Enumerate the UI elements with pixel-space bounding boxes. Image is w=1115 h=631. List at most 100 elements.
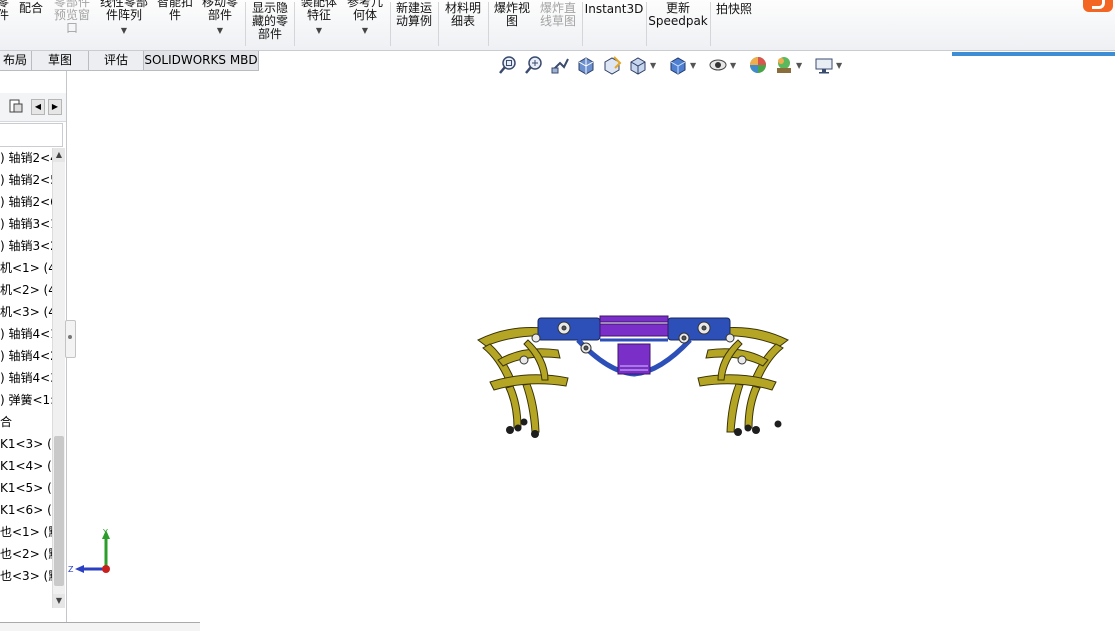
tree-item[interactable]: 合 [0,412,52,432]
insert-component-label: 零 件 [0,0,9,22]
move-component-label: 移动零 部件 [201,0,238,22]
tree-item[interactable]: ) 轴销2<4 [0,148,52,168]
ribbon-separator [710,2,711,46]
title-accent-strip [952,52,1115,56]
dynamic-annotation-views-icon[interactable] [602,55,622,75]
right-leg-assembly [697,327,789,433]
move-component-button[interactable]: 移动零 部件 ▼ [198,0,242,48]
edit-appearance-icon[interactable] [748,55,768,75]
tab-sketch[interactable]: 草图 [31,51,89,71]
ribbon-separator [245,2,246,46]
instant3d-label: Instant3D [584,2,644,16]
section-view-icon[interactable] [576,55,596,75]
tree-item[interactable]: ) 弹簧<1: [0,390,52,410]
feet [506,418,782,438]
reference-geometry-label: 参考几 何体 [346,0,383,22]
tree-item[interactable]: ) 轴销4<2 [0,346,52,366]
tree-item[interactable]: ) 轴销2<6 [0,192,52,212]
chevron-left-icon[interactable]: ◀ [31,99,45,115]
bill-of-materials-label: 材料明 细表 [444,1,481,28]
component-preview-window-button[interactable]: 零部件 预览窗 口 [50,0,94,48]
chevron-up-icon[interactable]: ▲ [53,148,65,162]
smart-fasteners-button[interactable]: 智能扣 件 [154,0,196,48]
battery-top [599,315,669,323]
z-axis-arrow [75,565,84,573]
tree-item[interactable]: 也<2> (默 [0,544,52,564]
tree-item[interactable]: K1<3> (默 [0,434,52,454]
chevron-down-icon[interactable]: ▼ [344,24,386,37]
update-speedpak-button[interactable]: 更新 Speedpak [648,0,708,48]
reference-geometry-button[interactable]: 参考几 何体 ▼ [344,0,386,48]
display-style-icon[interactable] [668,55,688,75]
bill-of-materials-button[interactable]: 材料明 细表 [440,0,486,48]
tree-item[interactable]: ) 轴销4<1 [0,324,52,344]
mate-button[interactable]: 配合 [14,0,48,48]
linear-component-pattern-button[interactable]: 线性零部 件阵列 ▼ [96,0,152,48]
apply-scene-icon[interactable] [774,55,794,75]
exploded-view-button[interactable]: 爆炸视 图 [490,0,534,48]
x-axis-origin [102,565,110,573]
tree-item[interactable]: ) 轴销3<2 [0,236,52,256]
tree-item[interactable]: K1<4> (默 [0,456,52,476]
scrollbar-thumb[interactable] [54,436,64,586]
instant3d-button[interactable]: Instant3D [584,0,644,48]
assembly-features-label: 装配体 特征 [300,0,337,22]
tree-item[interactable]: K1<6> (默 [0,500,52,520]
tree-item[interactable]: ) 轴销3<1 [0,214,52,234]
tree-item[interactable]: K1<5> (默 [0,478,52,498]
view-orientation-icon[interactable] [628,55,648,75]
tree-item[interactable]: ) 轴销2<5 [0,170,52,190]
tab-layout[interactable]: 布局 [0,51,32,71]
assembly-model-graphic[interactable] [468,300,798,445]
feature-manager-panel: ◀ ▶ ) 轴销2<4 ) 轴销2<5 ) 轴销2<6 ) 轴销3<1 ) 轴销… [0,71,67,630]
take-snapshot-button[interactable]: 拍快照 [712,0,756,48]
zoom-to-fit-icon[interactable] [498,55,518,75]
configuration-manager-icon[interactable] [8,98,24,114]
ribbon-separator [390,2,391,46]
new-motion-study-label: 新建运 动算例 [395,1,432,28]
chevron-down-icon[interactable]: ▼ [730,61,736,70]
mate-label: 配合 [18,1,43,15]
battery-pack [599,323,669,337]
tab-solidworks-mbd[interactable]: SOLIDWORKS MBD [143,51,259,71]
tree-item[interactable]: 机<2> (4 [0,280,52,300]
chevron-down-icon[interactable]: ▼ [53,594,65,608]
zoom-to-area-icon[interactable] [524,55,544,75]
chevron-down-icon[interactable]: ▼ [796,61,802,70]
hide-show-items-icon[interactable] [708,55,728,75]
tree-item[interactable]: 机<1> (4 [0,258,52,278]
tree-item[interactable]: 机<3> (4 [0,302,52,322]
chevron-down-icon[interactable]: ▼ [96,24,152,37]
tree-item[interactable]: 也<3> (默 [0,566,52,586]
tab-evaluate[interactable]: 评估 [88,51,144,71]
tree-item[interactable]: 也<1> (默 [0,522,52,542]
exploded-view-label: 爆炸视 图 [493,1,530,28]
assembly-features-button[interactable]: 装配体 特征 ▼ [296,0,342,48]
chevron-down-icon[interactable]: ▼ [836,61,842,70]
ribbon-separator [488,2,489,46]
ribbon-separator [646,2,647,46]
show-hidden-label: 显示隐 藏的零 部件 [251,1,288,41]
z-axis-label: Z [68,565,74,574]
chevron-right-icon[interactable]: ▶ [48,99,62,115]
explode-line-sketch-button[interactable]: 爆炸直 线草图 [536,0,580,48]
chevron-down-icon[interactable]: ▼ [198,24,242,37]
component-preview-label: 零部件 预览窗 口 [53,0,90,35]
previous-view-icon[interactable] [550,55,570,75]
command-manager-ribbon: 零 件 配合 零部件 预览窗 口 线性零部 件阵列 ▼ 智能扣 件 移动零 部件 ▼… [0,0,1115,51]
tree-filter-input[interactable] [0,123,63,147]
ribbon-separator [294,2,295,46]
y-axis-label: Y [102,528,108,537]
chevron-down-icon[interactable]: ▼ [690,61,696,70]
show-hidden-components-button[interactable]: 显示隐 藏的零 部件 [248,0,292,48]
chevron-down-icon[interactable]: ▼ [296,24,342,37]
chevron-down-icon[interactable]: ▼ [650,61,656,70]
update-speedpak-label: 更新 Speedpak [648,1,708,28]
insert-component-button[interactable]: 零 件 [0,0,12,48]
view-settings-icon[interactable] [814,55,834,75]
ribbon-separator [438,2,439,46]
panel-splitter-handle[interactable] [65,320,76,358]
reference-triad: Y Z [68,528,110,574]
new-motion-study-button[interactable]: 新建运 动算例 [392,0,436,48]
tree-item[interactable]: ) 轴销4<3 [0,368,52,388]
